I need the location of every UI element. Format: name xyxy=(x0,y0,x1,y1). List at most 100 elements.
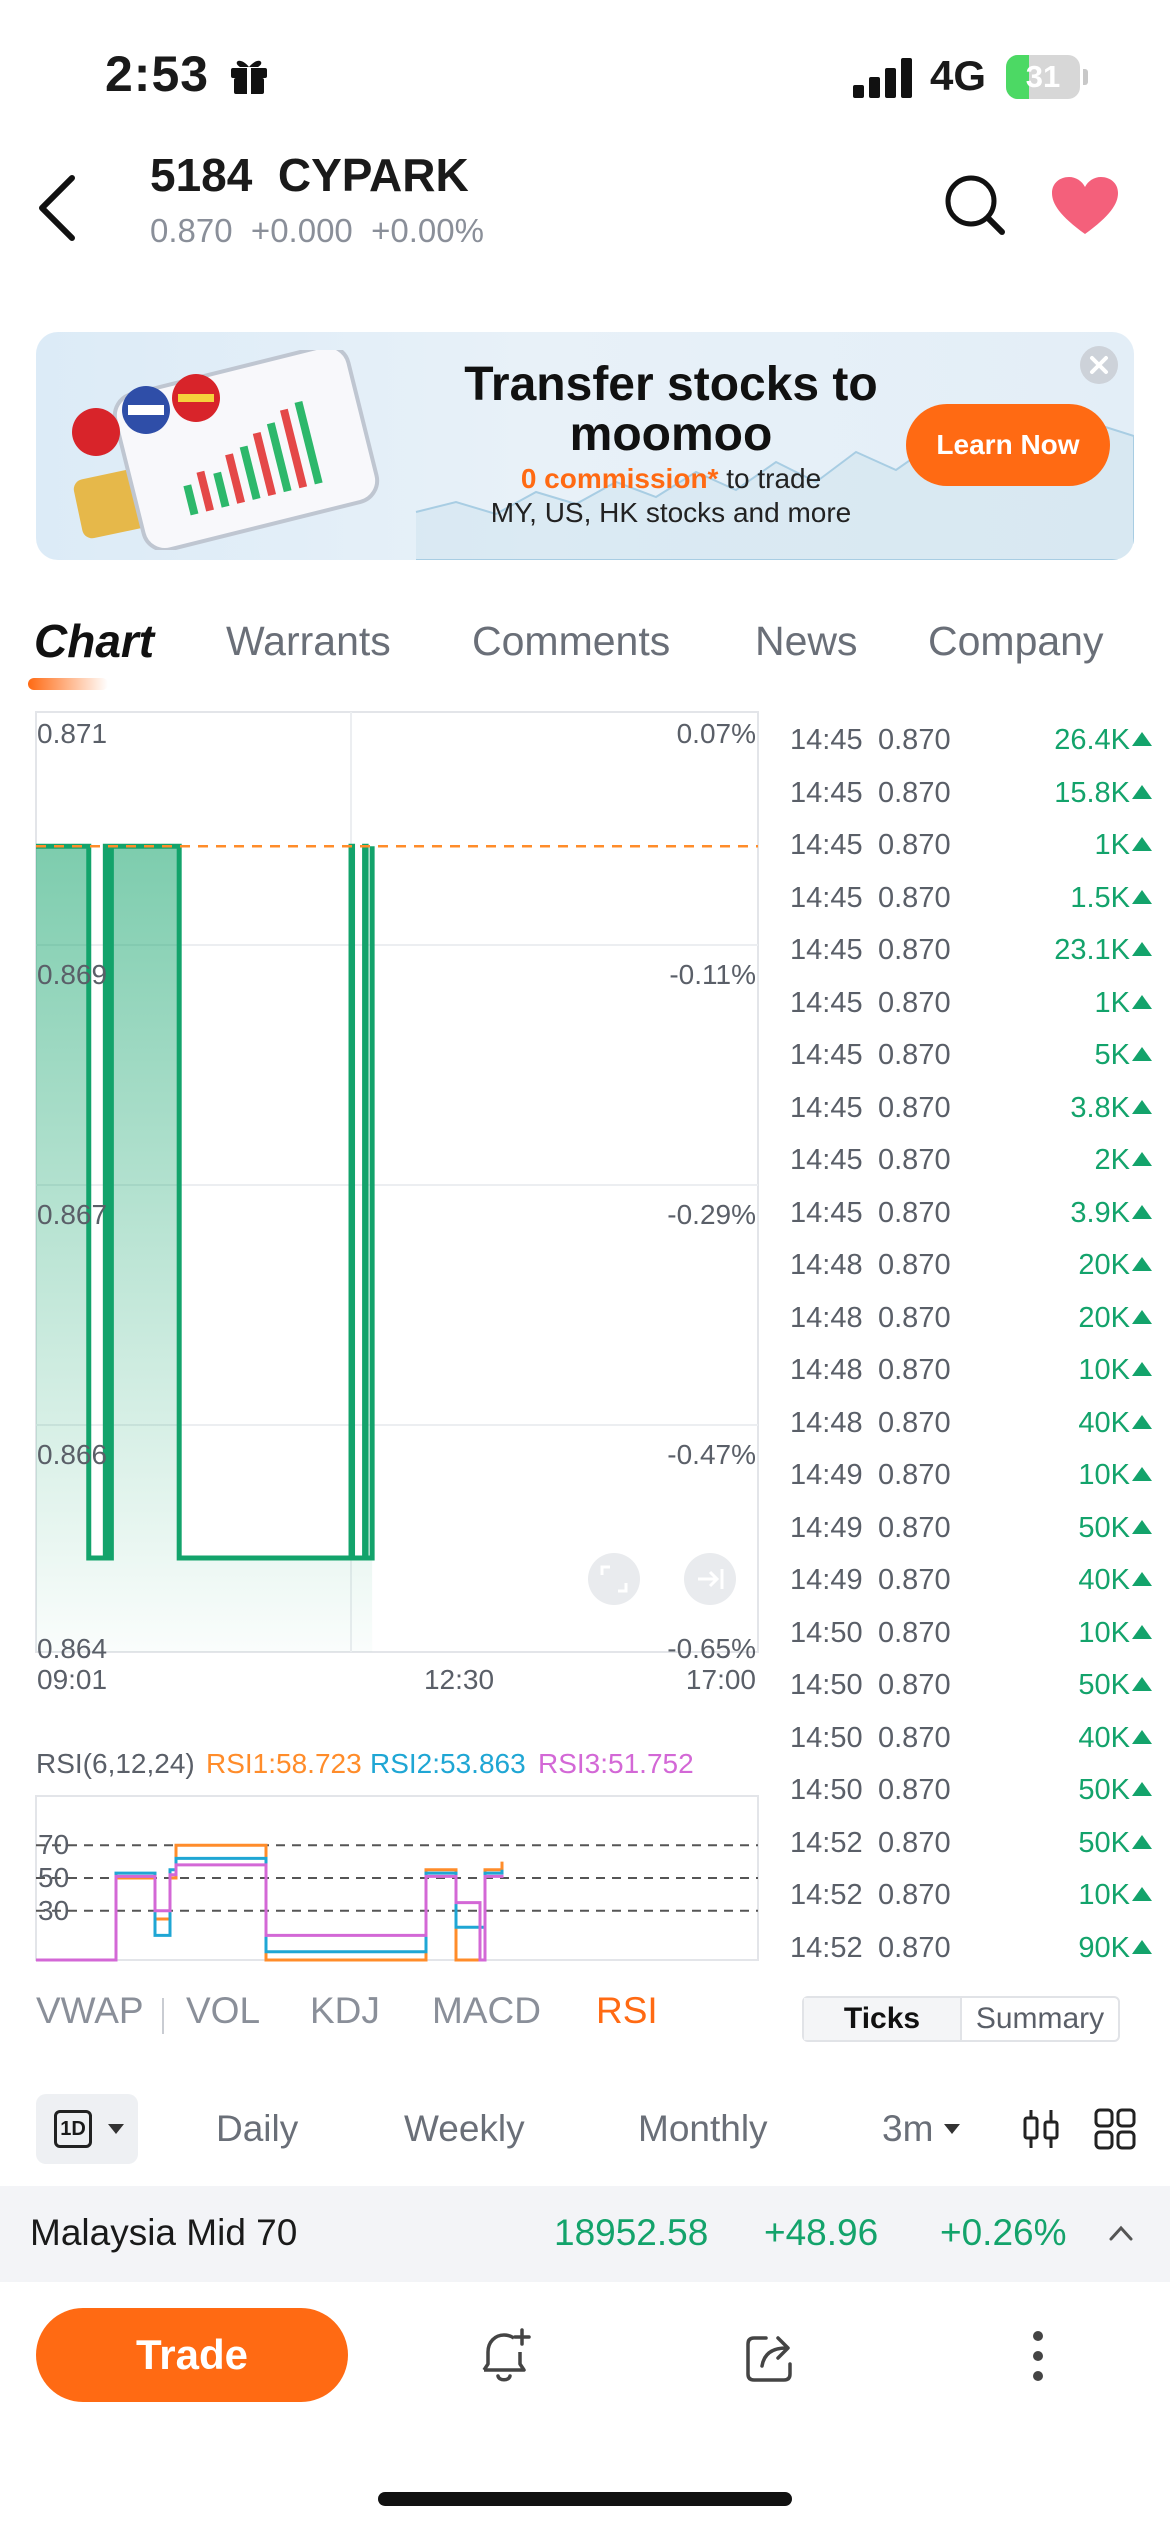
banner-title: Transfer stocks to moomoo xyxy=(464,358,878,461)
tick-volume: 50K xyxy=(1078,1774,1130,1806)
tick-price: 0.870 xyxy=(878,934,951,966)
close-icon[interactable] xyxy=(1080,346,1118,384)
intraday-dropdown[interactable]: 1D xyxy=(36,2094,138,2164)
index-ticker-bar[interactable]: Malaysia Mid 70 18952.58 +48.96 +0.26% xyxy=(0,2186,1170,2282)
period-daily[interactable]: Daily xyxy=(216,2108,298,2150)
search-icon[interactable] xyxy=(942,172,1008,238)
jump-to-latest-button[interactable] xyxy=(684,1553,736,1605)
tick-row: 14:48 0.870 10K xyxy=(788,1344,1170,1397)
intraday-chart[interactable]: 0.871 0.07% 0.869 -0.11% 0.867 -0.29% 0.866 -0.… xyxy=(0,700,780,1970)
promo-banner[interactable]: Transfer stocks to moomoo 0 commission* … xyxy=(36,332,1134,560)
indicator-macd[interactable]: MACD xyxy=(432,1990,541,2032)
detail-tabs: Chart Warrants Comments News Company xyxy=(0,615,1170,690)
more-icon[interactable] xyxy=(1020,2326,1056,2386)
tab-company[interactable]: Company xyxy=(928,618,1103,665)
up-arrow-icon xyxy=(1132,1047,1152,1061)
heart-icon[interactable] xyxy=(1050,176,1120,236)
summary-toggle[interactable]: Summary xyxy=(960,1998,1118,2040)
tick-volume: 10K xyxy=(1078,1616,1130,1649)
tick-volume: 3.9K xyxy=(1070,1196,1130,1229)
rsi-tick-label: 70 xyxy=(38,1829,69,1860)
up-arrow-icon xyxy=(1132,784,1152,799)
tick-volume: 15.8K xyxy=(1054,776,1130,809)
tick-time: 14:52 xyxy=(790,1879,863,1911)
trade-button[interactable]: Trade xyxy=(36,2308,348,2402)
up-arrow-icon xyxy=(1132,994,1152,1009)
tick-volume: 90K xyxy=(1078,1931,1130,1964)
status-time: 2:53 xyxy=(105,46,210,102)
battery-level: 31 xyxy=(1025,59,1061,94)
tick-row: 14:50 0.870 40K xyxy=(788,1712,1170,1765)
tick-volume: 40K xyxy=(1078,1721,1130,1754)
intraday-label: 1D xyxy=(54,2110,92,2148)
back-icon[interactable] xyxy=(30,168,90,248)
tick-volume: 26.4K xyxy=(1054,724,1130,756)
tick-volume: 5K xyxy=(1094,1039,1130,1071)
up-arrow-icon xyxy=(1132,1677,1152,1691)
tick-volume: 10K xyxy=(1078,1879,1130,1911)
indicator-rsi[interactable]: RSI xyxy=(596,1990,658,2032)
tick-time: 14:49 xyxy=(790,1564,863,1596)
period-3m[interactable]: 3m xyxy=(882,2108,933,2150)
period-selector: 1D Daily Weekly Monthly 3m xyxy=(0,2094,1170,2164)
y-tick-label: 0.869 xyxy=(37,959,107,990)
tick-price: 0.870 xyxy=(878,1774,951,1806)
period-weekly[interactable]: Weekly xyxy=(404,2108,525,2150)
indicator-kdj[interactable]: KDJ xyxy=(310,1990,380,2032)
up-arrow-icon xyxy=(1132,1414,1152,1429)
tick-volume: 3.8K xyxy=(1070,1091,1130,1124)
candlestick-icon[interactable] xyxy=(1020,2108,1062,2150)
tick-price: 0.870 xyxy=(878,1196,951,1229)
tick-price: 0.870 xyxy=(878,1144,951,1176)
network-label: 4G xyxy=(930,52,987,99)
tick-time: 14:48 xyxy=(790,1406,863,1439)
indicator-vwap[interactable]: VWAP xyxy=(36,1990,144,2032)
tick-row: 14:50 0.870 10K xyxy=(788,1607,1170,1660)
chevron-up-icon[interactable] xyxy=(1108,2224,1134,2242)
banner-subtitle: 0 commission* to trade MY, US, HK stocks… xyxy=(431,462,911,530)
learn-now-button[interactable]: Learn Now xyxy=(906,404,1110,486)
tick-time: 14:52 xyxy=(790,1826,863,1859)
tick-time: 14:45 xyxy=(790,829,863,861)
tab-comments[interactable]: Comments xyxy=(472,618,670,665)
tick-row: 14:52 0.870 10K xyxy=(788,1869,1170,1922)
period-monthly[interactable]: Monthly xyxy=(638,2108,768,2150)
percent-tick-label: -0.65% xyxy=(667,1633,756,1664)
tick-volume: 1.5K xyxy=(1070,881,1130,914)
ticks-list[interactable]: 14:45 0.870 26.4K 14:45 0.870 15.8K 14:45 0.870… xyxy=(788,714,1170,1974)
banner-commission: 0 commission* xyxy=(520,463,719,494)
share-icon[interactable] xyxy=(740,2326,800,2386)
percent-tick-label: -0.47% xyxy=(667,1439,756,1470)
home-indicator xyxy=(378,2492,792,2506)
fullscreen-button[interactable] xyxy=(588,1553,640,1605)
tick-time: 14:45 xyxy=(790,1039,863,1071)
tick-price: 0.870 xyxy=(878,881,951,914)
indicator-vol[interactable]: VOL xyxy=(186,1990,260,2032)
rsi-legend: RSI1:58.723 RSI2:53.863 RSI3:51.752 xyxy=(206,1748,694,1779)
up-arrow-icon xyxy=(1132,942,1152,956)
tick-row: 14:52 0.870 90K xyxy=(788,1922,1170,1975)
rsi-tick-label: 50 xyxy=(38,1862,69,1893)
tick-time: 14:45 xyxy=(790,724,863,756)
tab-chart[interactable]: Chart xyxy=(34,614,154,668)
rsi-title: RSI(6,12,24) xyxy=(36,1748,195,1779)
tick-row: 14:49 0.870 50K xyxy=(788,1502,1170,1555)
tab-warrants[interactable]: Warrants xyxy=(226,618,391,665)
tick-volume: 20K xyxy=(1078,1301,1130,1334)
tick-volume: 23.1K xyxy=(1054,934,1130,966)
ticks-summary-toggle: Ticks Summary xyxy=(802,1996,1120,2042)
grid-icon[interactable] xyxy=(1094,2108,1136,2150)
tick-price: 0.870 xyxy=(878,1826,951,1859)
tick-price: 0.870 xyxy=(878,776,951,809)
up-arrow-icon xyxy=(1132,1624,1152,1639)
percent-tick-label: -0.11% xyxy=(669,959,756,990)
tick-price: 0.870 xyxy=(878,1721,951,1754)
alert-icon[interactable] xyxy=(474,2326,534,2386)
tab-underline xyxy=(28,678,108,690)
up-arrow-icon xyxy=(1132,1309,1152,1324)
ticks-toggle[interactable]: Ticks xyxy=(804,1998,960,2040)
up-arrow-icon xyxy=(1132,1257,1152,1271)
tick-volume: 40K xyxy=(1078,1406,1130,1439)
up-arrow-icon xyxy=(1132,1152,1152,1166)
tab-news[interactable]: News xyxy=(755,618,858,665)
